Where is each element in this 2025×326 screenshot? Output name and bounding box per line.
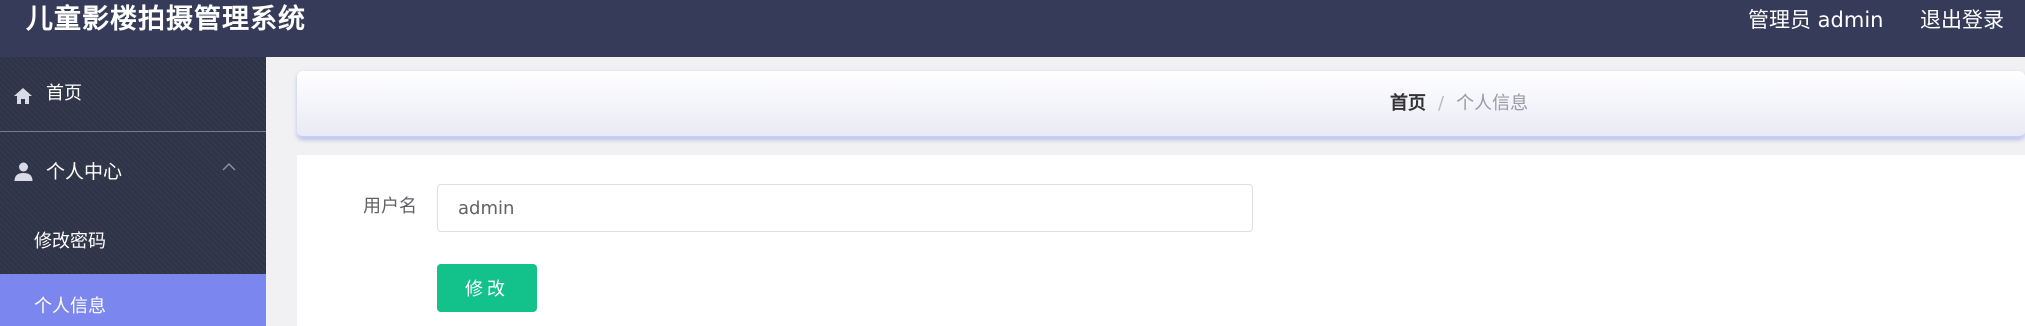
username-input[interactable] (437, 184, 1253, 232)
breadcrumb-home[interactable]: 首页 (1390, 93, 1426, 114)
sidebar-item-personal-center[interactable]: 个人中心 (0, 132, 266, 210)
username-label: 用户名 (363, 196, 417, 217)
sidebar-subitem-change-password-label: 修改密码 (34, 231, 106, 252)
current-user-label: 管理员 admin (1748, 8, 1884, 32)
breadcrumb-card: 首页 / 个人信息 (297, 71, 2025, 138)
user-icon (14, 162, 33, 181)
top-navbar: 儿童影楼拍摄管理系统 管理员 admin 退出登录 (0, 0, 2025, 57)
logout-link[interactable]: 退出登录 (1920, 0, 2004, 40)
breadcrumb-separator: / (1438, 93, 1445, 114)
sidebar-subitem-personal-info-label: 个人信息 (34, 296, 106, 317)
modify-button[interactable]: 修改 (437, 264, 537, 312)
sidebar-menu: 首页 个人中心 修改密码 个人信息 (0, 57, 266, 326)
breadcrumb-current: 个人信息 (1456, 93, 1529, 114)
chevron-up-icon (222, 162, 236, 171)
sidebar-subitem-personal-info[interactable]: 个人信息 (0, 274, 266, 326)
sidebar-item-home[interactable]: 首页 (0, 57, 266, 132)
sidebar-item-home-label: 首页 (46, 83, 82, 104)
sidebar-item-personal-center-label: 个人中心 (46, 161, 123, 183)
home-icon (14, 88, 32, 104)
app-title: 儿童影楼拍摄管理系统 (26, 4, 306, 35)
breadcrumb: 首页 / 个人信息 (1390, 91, 1528, 117)
form-panel (297, 155, 2025, 326)
sidebar-subitem-change-password[interactable]: 修改密码 (0, 210, 266, 274)
